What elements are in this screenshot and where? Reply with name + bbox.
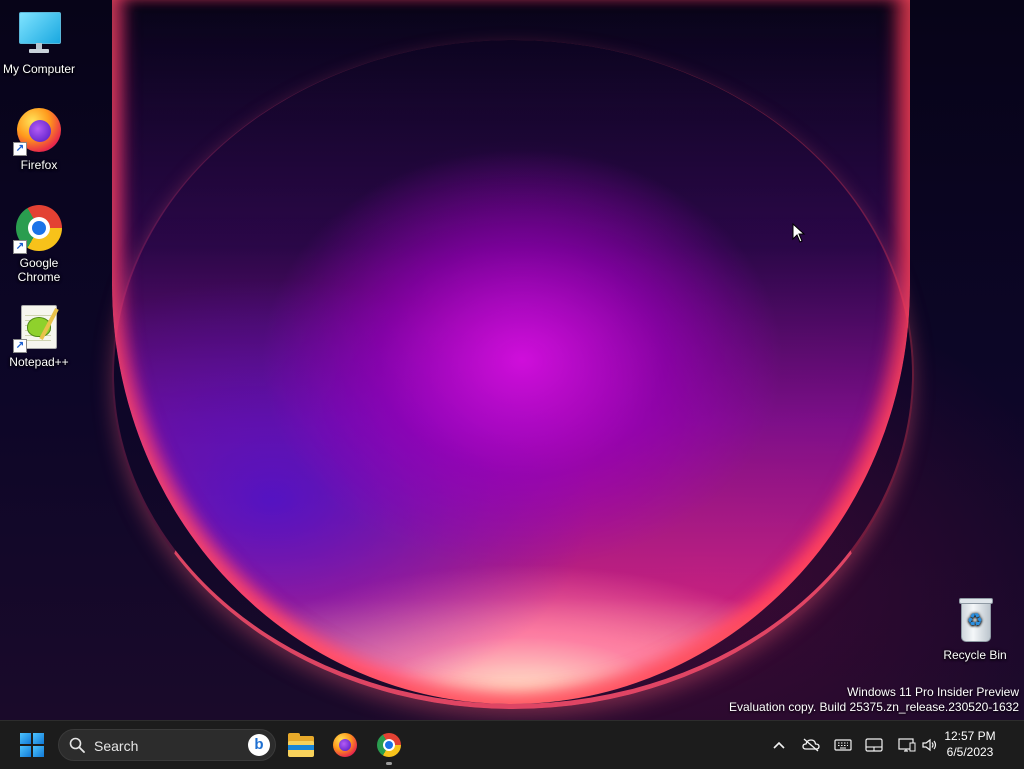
touchpad-button[interactable] <box>863 721 885 769</box>
show-hidden-icons-button[interactable] <box>768 721 790 769</box>
taskbar-google-chrome[interactable] <box>369 721 409 769</box>
chrome-icon: ↗ <box>13 204 63 254</box>
desktop-icon-label: Firefox <box>20 158 58 172</box>
desktop[interactable]: My Computer ↗ Firefox ↗ Google Chrome ↗ … <box>0 0 1024 720</box>
cloud-offline-icon <box>802 738 820 752</box>
onedrive-tray-button[interactable] <box>800 721 822 769</box>
taskbar-search-box[interactable]: Search b <box>58 729 276 761</box>
firefox-icon <box>331 731 359 759</box>
running-indicator <box>386 762 392 765</box>
taskbar-firefox[interactable] <box>325 721 365 769</box>
shortcut-arrow-icon: ↗ <box>13 142 27 156</box>
keyboard-icon <box>834 739 852 751</box>
shortcut-arrow-icon: ↗ <box>13 240 27 254</box>
wallpaper-bloom-edge <box>112 40 914 709</box>
shortcut-arrow-icon: ↗ <box>13 339 27 353</box>
search-placeholder: Search <box>94 738 139 754</box>
desktop-icon-label: My Computer <box>2 62 76 76</box>
taskbar: Search b 12:57 PM 6/5/2023 <box>0 720 1024 769</box>
clock-date: 6/5/2023 <box>946 745 994 759</box>
clock-time: 12:57 PM <box>944 729 996 743</box>
desktop-icon-label: Recycle Bin <box>943 648 1007 662</box>
watermark-build: Evaluation copy. Build 25375.zn_release.… <box>729 700 1019 714</box>
desktop-icon-label: Google Chrome <box>17 256 61 284</box>
network-tray-button[interactable] <box>896 721 918 769</box>
file-explorer-icon <box>287 731 315 759</box>
windows-logo-icon <box>20 733 44 757</box>
bing-icon[interactable]: b <box>248 734 270 756</box>
desktop-icon-firefox[interactable]: ↗ Firefox <box>0 106 78 172</box>
search-icon <box>69 737 85 753</box>
recycle-bin-icon: ♻ <box>951 596 999 644</box>
taskbar-file-explorer[interactable] <box>281 721 321 769</box>
taskbar-clock[interactable]: 12:57 PM 6/5/2023 <box>930 728 1010 760</box>
start-button[interactable] <box>12 721 52 769</box>
chrome-icon <box>375 731 403 759</box>
notepad-plus-plus-icon: ↗ <box>13 303 63 353</box>
touchpad-icon <box>865 738 883 752</box>
mouse-pointer-icon <box>792 223 806 243</box>
desktop-icon-google-chrome[interactable]: ↗ Google Chrome <box>0 204 78 284</box>
windows-watermark: Windows 11 Pro Insider Preview Evaluatio… <box>729 685 1019 715</box>
monitor-icon <box>15 10 63 58</box>
desktop-icon-recycle-bin[interactable]: ♻ Recycle Bin <box>936 596 1014 662</box>
desktop-icon-notepad-plus-plus[interactable]: ↗ Notepad++ <box>0 303 78 369</box>
network-icon <box>898 738 916 752</box>
desktop-icon-my-computer[interactable]: My Computer <box>0 10 78 76</box>
chevron-up-icon <box>773 741 785 749</box>
firefox-icon: ↗ <box>13 106 63 156</box>
watermark-edition: Windows 11 Pro Insider Preview <box>847 685 1019 699</box>
touch-keyboard-button[interactable] <box>832 721 854 769</box>
desktop-icon-label: Notepad++ <box>9 355 69 369</box>
